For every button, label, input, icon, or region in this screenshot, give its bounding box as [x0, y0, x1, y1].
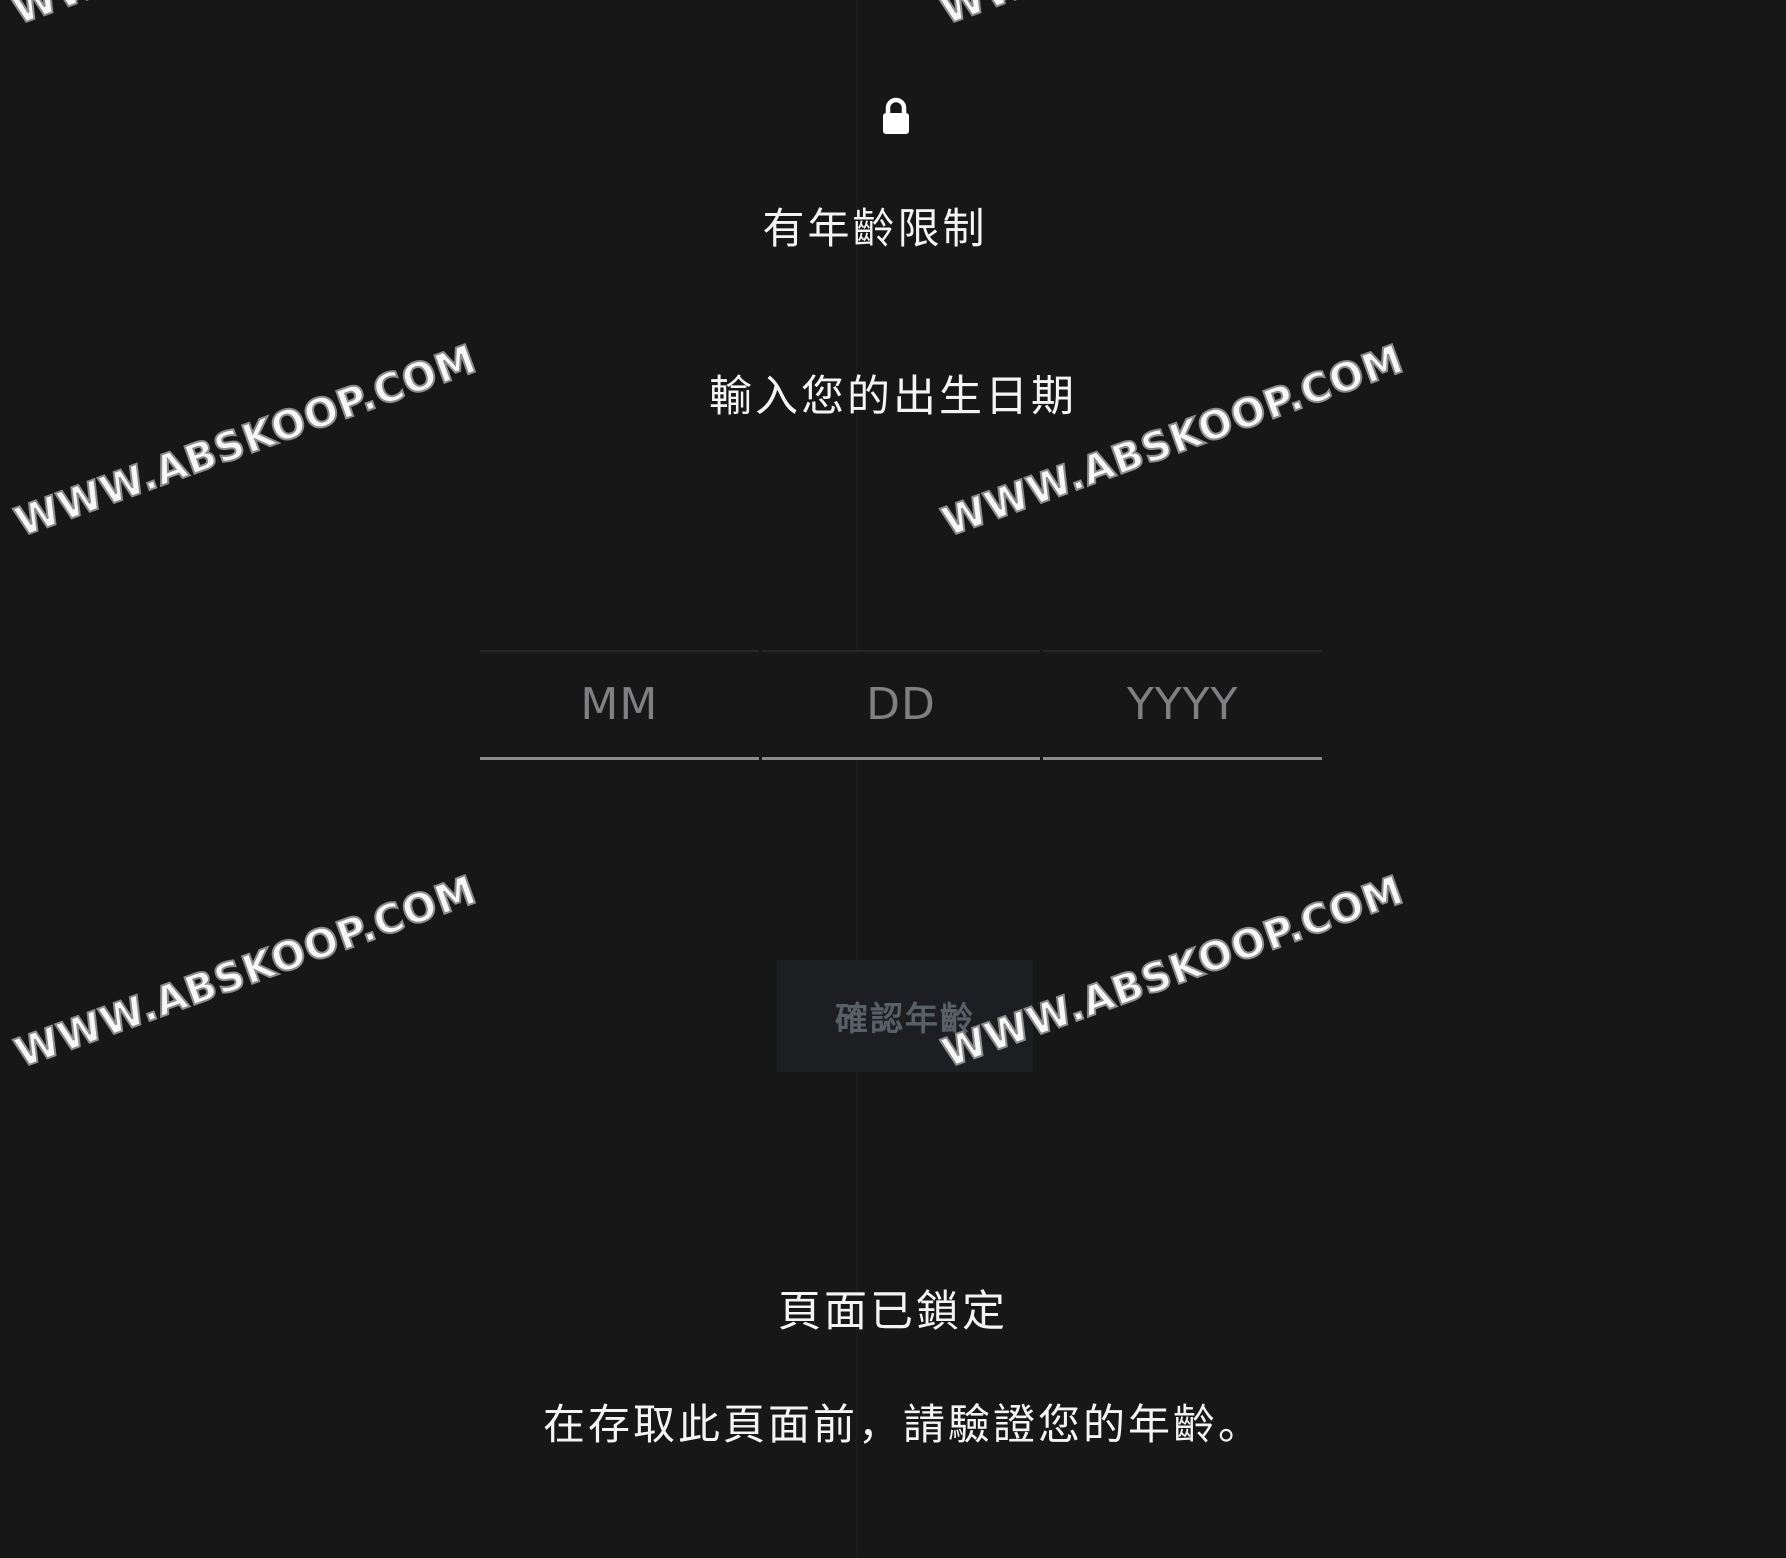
page-locked-message: 在存取此頁面前，請驗證您的年齡。 — [542, 1400, 1263, 1449]
watermark: WWW.ABSKOOP.COM — [935, 335, 1410, 547]
year-input[interactable] — [1043, 651, 1323, 758]
age-restricted-title: 有年齡限制 — [762, 204, 988, 253]
watermark: WW — [5, 0, 108, 35]
month-input[interactable] — [480, 651, 759, 758]
dob-prompt: 輸入您的出生日期 — [709, 372, 1077, 422]
day-field — [761, 650, 1041, 760]
dob-input-group — [480, 650, 1323, 762]
year-field — [1043, 650, 1323, 760]
confirm-age-button[interactable]: 確認年齡 — [777, 960, 1033, 1072]
watermark: WW — [933, 0, 1036, 35]
day-input[interactable] — [761, 651, 1041, 758]
lock-icon — [883, 97, 909, 134]
watermark: WWW.ABSKOOP.COM — [8, 335, 483, 547]
page-locked-title: 頁面已鎖定 — [778, 1287, 1008, 1337]
month-field — [480, 650, 759, 760]
watermark: WWW.ABSKOOP.COM — [8, 866, 483, 1078]
